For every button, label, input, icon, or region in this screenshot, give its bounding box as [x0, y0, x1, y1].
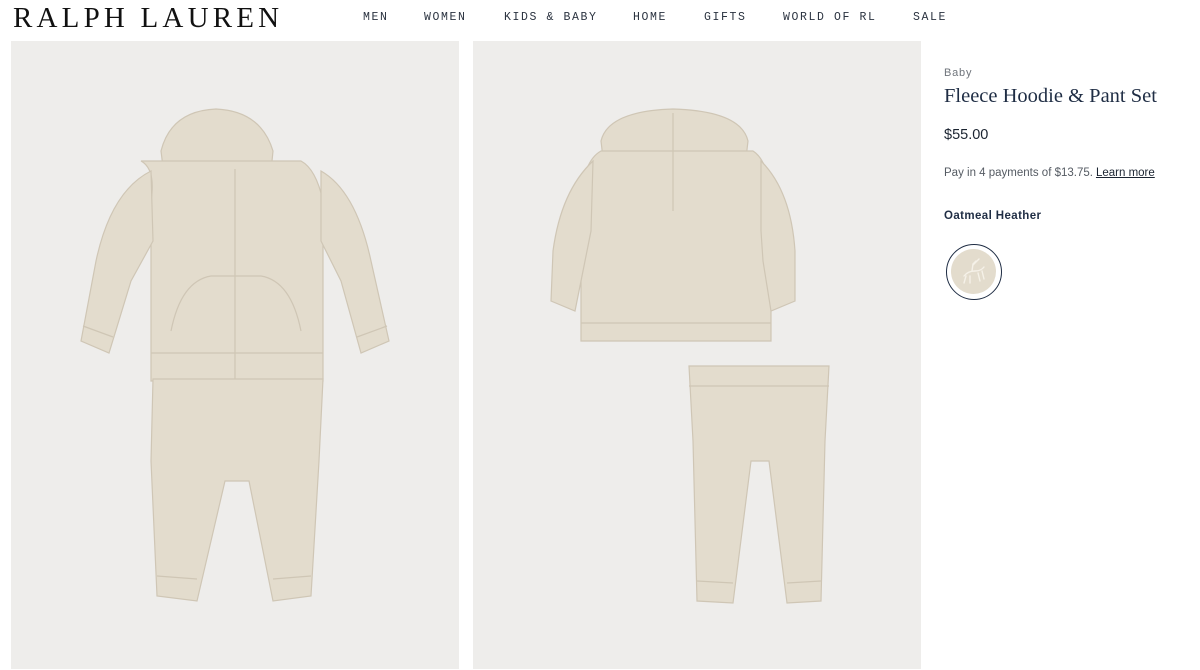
- product-image-back[interactable]: [473, 41, 921, 669]
- nav-item-world-of-rl[interactable]: WORLD OF RL: [783, 11, 877, 24]
- site-header: RALPH LAUREN MEN WOMEN KIDS & BABY HOME …: [0, 0, 1200, 40]
- polo-pony-icon: [963, 258, 985, 284]
- selected-color-name: Oatmeal Heather: [944, 210, 1042, 222]
- installment-text: Pay in 4 payments of $13.75.: [944, 167, 1093, 179]
- nav-item-sale[interactable]: SALE: [913, 11, 947, 24]
- nav-item-kids-baby[interactable]: KIDS & BABY: [504, 11, 598, 24]
- nav-item-men[interactable]: MEN: [363, 11, 389, 24]
- hoodie-set-back-illustration: [550, 108, 830, 604]
- product-category[interactable]: Baby: [944, 67, 972, 79]
- ralph-lauren-logo[interactable]: RALPH LAUREN: [13, 2, 283, 35]
- installment-info: Pay in 4 payments of $13.75. Learn more: [944, 167, 1155, 179]
- hoodie-set-front-illustration: [80, 108, 390, 602]
- product-image-front[interactable]: [11, 41, 459, 669]
- product-title: Fleece Hoodie & Pant Set: [944, 85, 1157, 107]
- swatch-fill: [951, 249, 996, 294]
- nav-item-gifts[interactable]: GIFTS: [704, 11, 747, 24]
- product-price: $55.00: [944, 127, 989, 143]
- learn-more-link[interactable]: Learn more: [1096, 167, 1155, 179]
- color-swatch-oatmeal-heather[interactable]: [946, 244, 1002, 300]
- nav-item-women[interactable]: WOMEN: [424, 11, 467, 24]
- nav-item-home[interactable]: HOME: [633, 11, 667, 24]
